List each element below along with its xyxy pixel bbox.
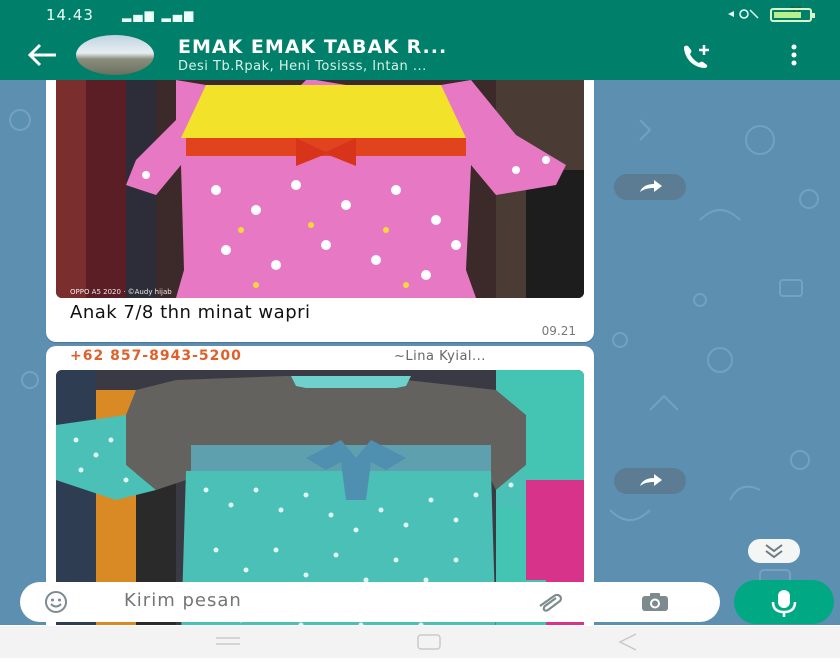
message-sender[interactable]: +62 857-8943-5200 bbox=[70, 348, 242, 364]
signal-icon: ▂▄▆ ▂▄▆ bbox=[122, 8, 196, 22]
paperclip-icon[interactable] bbox=[536, 592, 566, 612]
chevron-double-down-icon bbox=[765, 544, 783, 559]
photo-watermark: OPPO A5 2020 · ©Audy hijab bbox=[70, 288, 172, 296]
battery-icon bbox=[770, 8, 815, 22]
home-icon bbox=[417, 634, 441, 650]
chat-area[interactable]: OPPO A5 2020 · ©Audy hijab Anak 7/8 thn … bbox=[0, 80, 840, 625]
dress-photo-pink bbox=[56, 80, 584, 298]
status-time: 14.43 bbox=[46, 6, 94, 24]
message-push-name: ~Lina Kyial... bbox=[394, 349, 486, 364]
group-title[interactable]: EMAK EMAK TABAK R... bbox=[178, 36, 447, 58]
system-nav-bar bbox=[0, 626, 840, 658]
message-composer bbox=[20, 582, 720, 622]
forward-button[interactable] bbox=[614, 468, 686, 494]
status-icons bbox=[726, 7, 760, 24]
emoji-icon[interactable] bbox=[44, 590, 68, 614]
add-call-icon[interactable] bbox=[680, 42, 714, 68]
chat-header: EMAK EMAK TABAK R... Desi Tb.Rpak, Heni … bbox=[0, 30, 840, 80]
message-photo[interactable]: OPPO A5 2020 · ©Audy hijab bbox=[56, 80, 584, 298]
message-bubble[interactable]: OPPO A5 2020 · ©Audy hijab Anak 7/8 thn … bbox=[46, 80, 594, 342]
mic-icon bbox=[771, 590, 797, 617]
more-vert-icon[interactable] bbox=[790, 44, 798, 66]
back-nav-icon bbox=[618, 633, 637, 651]
voice-record-button[interactable] bbox=[734, 580, 834, 624]
message-input[interactable] bbox=[124, 590, 504, 611]
status-bar: 14.43 ▂▄▆ ▂▄▆ 57 bbox=[0, 0, 840, 30]
forward-button[interactable] bbox=[614, 174, 686, 200]
message-caption: Anak 7/8 thn minat wapri bbox=[70, 302, 311, 323]
forward-icon bbox=[640, 180, 662, 192]
status-mute-icon bbox=[728, 9, 759, 19]
message-time: 09.21 bbox=[541, 324, 576, 338]
scroll-to-bottom-button[interactable] bbox=[748, 539, 800, 563]
camera-icon[interactable] bbox=[640, 592, 670, 612]
arrow-left-icon[interactable] bbox=[26, 42, 58, 68]
group-members[interactable]: Desi Tb.Rpak, Heni Tosisss, Intan ... bbox=[178, 59, 427, 74]
group-avatar[interactable] bbox=[76, 35, 154, 75]
nav-icons bbox=[216, 633, 637, 651]
forward-icon bbox=[640, 474, 662, 486]
